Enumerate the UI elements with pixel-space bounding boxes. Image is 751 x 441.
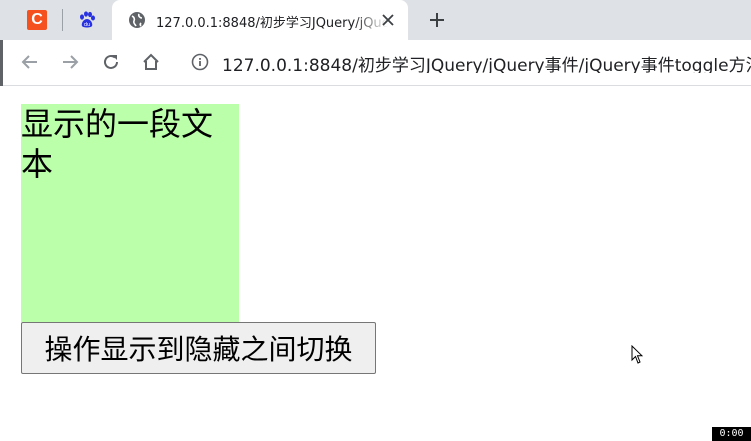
forward-arrow-icon[interactable]	[58, 50, 82, 74]
globe-icon	[129, 12, 145, 28]
active-tab[interactable]: 127.0.0.1:8848/初步学习JQuery/jQuery事件/jQuer…	[112, 0, 408, 40]
toggled-text-box: 显示的一段文本	[21, 104, 239, 322]
reload-icon[interactable]	[99, 50, 123, 74]
pinned-tab-csdn[interactable]: C	[18, 0, 56, 40]
back-arrow-icon[interactable]	[18, 50, 42, 74]
new-tab-plus-icon[interactable]	[424, 8, 450, 32]
mouse-cursor-icon	[631, 345, 643, 364]
tab-title: 127.0.0.1:8848/初步学习JQuery/jQuery事件/jQuer…	[156, 16, 388, 30]
svg-text:du: du	[84, 22, 90, 28]
browser-toolbar: 127.0.0.1:8848/初步学习JQuery/jQuery事件/jQuer…	[0, 40, 751, 86]
toggle-visibility-button[interactable]: 操作显示到隐藏之间切换	[21, 322, 376, 374]
csdn-logo-icon: C	[27, 10, 47, 30]
pinned-tab-baidu[interactable]: du	[68, 0, 106, 40]
page-content: 显示的一段文本 操作显示到隐藏之间切换	[0, 86, 751, 441]
home-icon[interactable]	[139, 50, 163, 74]
close-tab-icon[interactable]	[378, 10, 398, 30]
address-bar[interactable]: 127.0.0.1:8848/初步学习JQuery/jQuery事件/jQuer…	[222, 51, 751, 73]
tab-strip: C du 127.0.0.1:8848/初步学习JQuery/jQuery事件/…	[0, 0, 751, 40]
tab-separator	[62, 9, 63, 31]
baidu-paw-icon: du	[80, 11, 95, 28]
recorder-timer: 0:00	[712, 427, 751, 441]
info-icon[interactable]	[191, 53, 209, 71]
